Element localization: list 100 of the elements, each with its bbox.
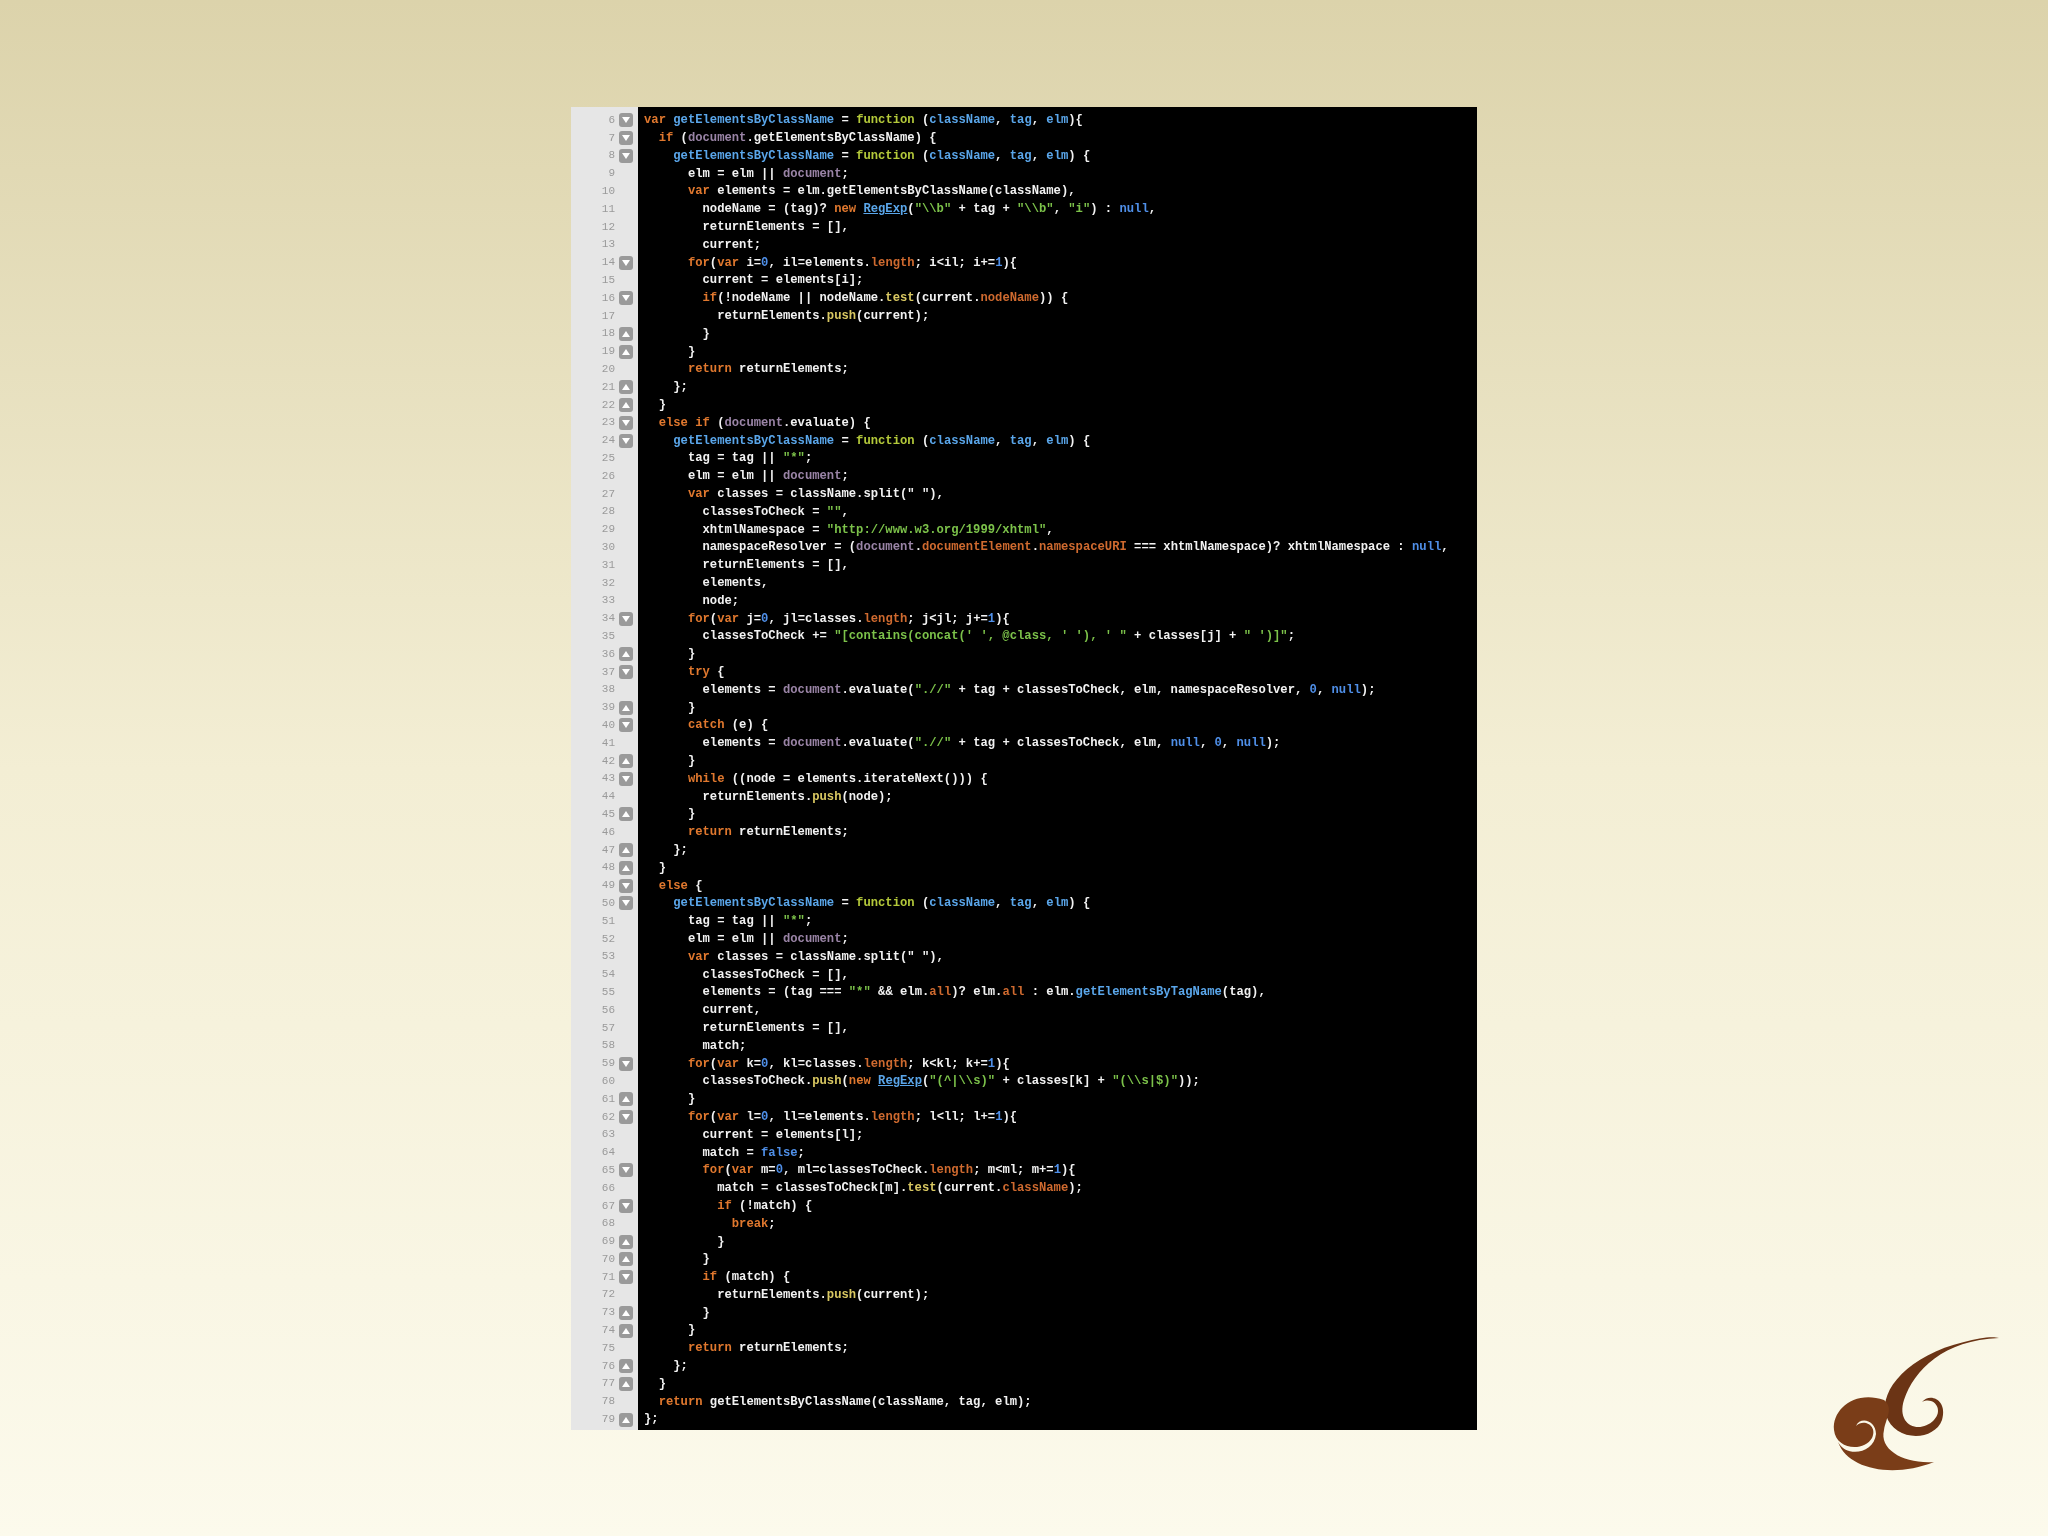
fold-up-icon[interactable] [619,647,633,662]
fold-down-icon[interactable] [619,291,633,306]
fold-up-icon[interactable] [619,1234,633,1249]
fold-up-icon[interactable] [619,1323,633,1338]
code-line: returnElements.push(node); [701,790,893,803]
code-line: while ((node = elements.iterateNext())) { [686,772,988,785]
code-line: if(!nodeName || nodeName.test(current.nodeName)) { [701,292,1069,305]
code-line: } [686,345,696,358]
fold-up-icon[interactable] [619,380,633,395]
code-line: } [686,808,696,821]
line-number: 16 [601,292,615,304]
fold-up-icon[interactable] [619,1412,633,1427]
line-number: 28 [601,506,615,518]
fold-up-icon[interactable] [619,1305,633,1320]
code-line: classesToCheck.push(new RegExp("(^|\\s)" + classes[k] + "(\\s|$)")); [701,1075,1200,1088]
fold-down-icon[interactable] [619,718,633,733]
code-line: elements = document.evaluate(".//" + tag + classesToCheck, elm, namespaceResolver, 0, null); [701,683,1376,696]
fold-down-icon[interactable] [619,1110,633,1124]
fold-up-icon[interactable] [619,398,633,413]
fold-up-icon[interactable] [619,754,633,769]
line-number: 22 [601,399,615,411]
code-line: getElementsByClassName = function (className, tag, elm) { [672,149,1091,163]
fold-up-icon[interactable] [619,1252,633,1267]
code-line: elm = elm || document; [686,167,849,180]
code-line: current = elements[i]; [701,274,864,287]
code-line: } [686,755,696,768]
line-number: 48 [601,862,615,874]
line-number: 8 [608,150,615,162]
line-number: 59 [601,1058,615,1070]
line-number: 26 [601,470,615,482]
fold-up-icon[interactable] [619,700,633,715]
fold-up-icon[interactable] [619,326,633,341]
line-number: 50 [601,897,615,909]
fold-down-icon[interactable] [619,149,633,163]
fold-up-icon[interactable] [619,344,633,359]
fold-down-icon[interactable] [619,131,633,146]
line-number: 30 [601,542,615,553]
code-line: return returnElements; [686,826,849,839]
code-line: } [701,1306,710,1319]
fold-down-icon[interactable] [619,433,633,448]
code-line: returnElements = [], [701,221,849,234]
fold-up-icon[interactable] [619,1359,633,1374]
code-line: for(var l=0, ll=elements.length; l<ll; l+=1){ [686,1110,1018,1124]
fold-down-icon[interactable] [619,255,633,270]
code-line: getElementsByClassName = function (className, tag, elm) { [672,897,1091,910]
line-number: 54 [601,969,615,981]
fold-down-icon[interactable] [619,896,633,911]
line-number: 51 [601,915,615,927]
fold-down-icon[interactable] [619,665,633,680]
line-number: 7 [608,132,615,144]
line-number: 14 [601,257,615,269]
line-number: 46 [601,826,615,838]
line-number: 37 [601,666,615,678]
code-line: returnElements.push(current); [716,310,930,323]
code-line: }; [672,381,688,394]
fold-down-icon[interactable] [619,1056,633,1071]
line-number: 60 [601,1075,615,1087]
fold-up-icon[interactable] [619,843,633,858]
code-line: for(var j=0, jl=classes.length; j<jl; j+=1){ [686,612,1010,625]
line-number: 69 [601,1236,615,1248]
fold-down-icon[interactable] [619,1199,633,1213]
line-number: 49 [601,880,615,892]
code-line: for(var k=0, kl=classes.length; k<kl; k+=1){ [686,1057,1010,1070]
line-number: 58 [601,1040,615,1052]
line-number: 11 [601,203,615,215]
code-line: } [701,327,710,341]
line-number: 40 [601,720,615,731]
line-number: 34 [601,613,615,625]
fold-down-icon[interactable] [619,611,633,626]
line-number: 45 [601,808,615,820]
code-line: getElementsByClassName = function (className, tag, elm) { [672,434,1091,447]
fold-down-icon[interactable] [619,771,633,786]
fold-up-icon[interactable] [619,1092,633,1107]
fold-down-icon[interactable] [619,113,633,128]
code-line: return returnElements; [686,1342,849,1355]
fold-down-icon[interactable] [619,878,633,893]
fold-down-icon[interactable] [619,1163,633,1178]
fold-up-icon[interactable] [619,1376,633,1391]
line-number: 20 [601,364,615,376]
fold-down-icon[interactable] [619,415,633,430]
line-number: 31 [601,559,615,571]
line-number: 23 [601,417,615,429]
fold-down-icon[interactable] [619,1270,633,1285]
code-line: if (match) { [701,1271,791,1284]
line-number: 35 [601,631,615,642]
line-number: 19 [601,346,615,358]
line-number: 75 [601,1342,615,1354]
code-line: } [701,1253,710,1266]
fold-up-icon[interactable] [619,860,633,875]
code-line: returnElements = [], [701,1021,849,1035]
fold-up-icon[interactable] [619,807,633,822]
line-number: 13 [601,239,615,251]
line-number: 42 [601,755,615,767]
code-line: } [686,1093,696,1106]
line-number: 27 [601,488,615,500]
line-number: 76 [601,1360,615,1372]
line-number: 9 [608,168,615,180]
code-line: node; [701,594,740,607]
line-number: 29 [601,524,615,536]
code-line: var elements = elm.getElementsByClassName(className), [686,185,1076,198]
